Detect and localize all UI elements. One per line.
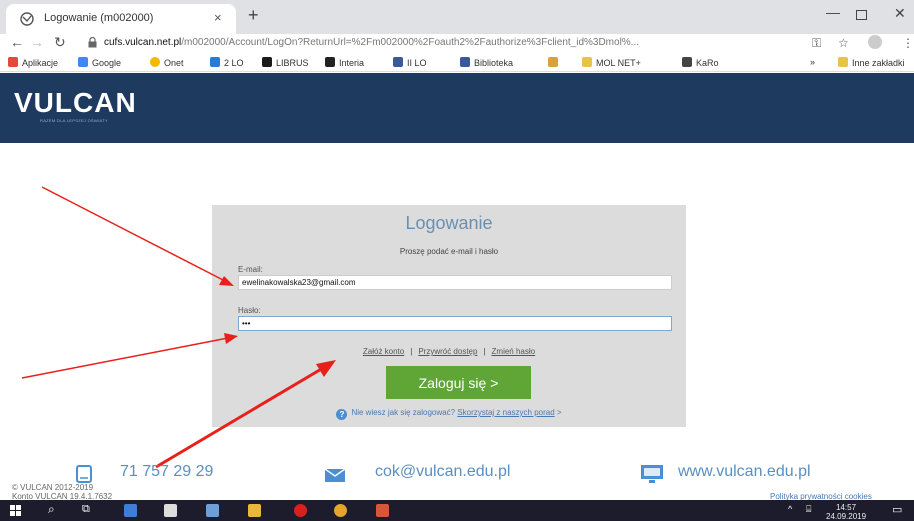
- copyright-block: © VULCAN 2012-2019 Konto VULCAN 19.4.1.7…: [12, 483, 112, 501]
- mail-icon: [325, 469, 345, 482]
- search-icon[interactable]: ⌕: [48, 502, 55, 517]
- app-icon[interactable]: [124, 504, 137, 517]
- app-icon[interactable]: [376, 504, 389, 517]
- calculator-icon[interactable]: [164, 504, 177, 517]
- notifications-icon[interactable]: ▭: [892, 503, 902, 516]
- contact-phone: 71 757 29 29: [120, 463, 214, 480]
- monitor-icon: [641, 465, 663, 483]
- copyright-text: © VULCAN 2012-2019: [12, 483, 94, 492]
- contact-website[interactable]: www.vulcan.edu.pl: [678, 463, 811, 481]
- windows-taskbar: ⌕ ⧉ ^ ⌸ 14:57 24.09.2019 ▭: [0, 500, 914, 521]
- phone-icon: [76, 465, 92, 483]
- tray-chevron-icon[interactable]: ^: [788, 504, 792, 514]
- app-icon[interactable]: [206, 504, 219, 517]
- network-icon[interactable]: ⌸: [806, 504, 811, 515]
- opera-icon[interactable]: [294, 504, 307, 517]
- chrome-icon[interactable]: [334, 504, 347, 517]
- contact-email[interactable]: cok@vulcan.edu.pl: [375, 463, 510, 481]
- arrow-to-email: [41, 186, 234, 286]
- task-view-icon[interactable]: ⧉: [82, 503, 90, 516]
- arrow-to-password: [21, 333, 238, 379]
- clock-date: 24.09.2019: [826, 512, 867, 521]
- windows-start-icon[interactable]: [10, 505, 21, 516]
- clock[interactable]: 14:57 24.09.2019: [826, 503, 866, 521]
- arrow-to-create-account: [155, 360, 336, 469]
- annotation-arrows: [21, 186, 336, 469]
- file-explorer-icon[interactable]: [248, 504, 261, 517]
- clock-time: 14:57: [836, 503, 857, 512]
